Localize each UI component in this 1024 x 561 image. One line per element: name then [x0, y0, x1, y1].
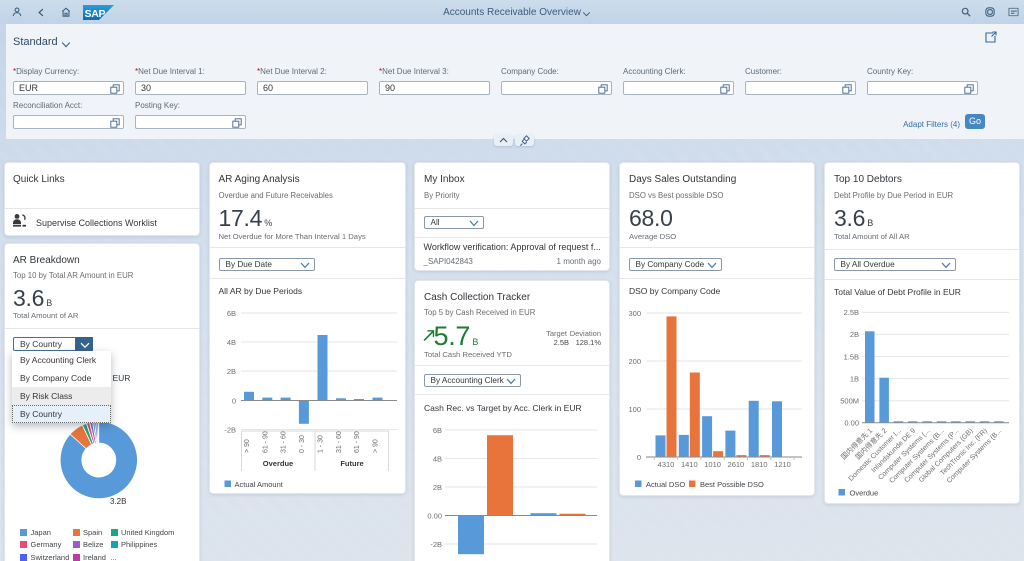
svg-text:1810: 1810: [751, 460, 768, 469]
svg-text:61 - 90: 61 - 90: [262, 431, 269, 453]
svg-text:61 - 90: 61 - 90: [354, 431, 361, 453]
svg-text:31 - 60: 31 - 60: [336, 431, 343, 453]
svg-text:Actual Amount: Actual Amount: [235, 480, 284, 489]
svg-text:1010: 1010: [704, 460, 721, 469]
svg-text:0.00: 0.00: [844, 419, 859, 428]
svg-text:1.5B: 1.5B: [844, 352, 859, 361]
svg-text:200: 200: [628, 357, 641, 366]
svg-text:2B: 2B: [850, 330, 859, 339]
svg-text:2.5B: 2.5B: [844, 308, 859, 317]
svg-text:2B: 2B: [433, 483, 442, 492]
svg-text:500M: 500M: [840, 397, 859, 406]
svg-text:2B: 2B: [227, 367, 236, 376]
svg-text:4B: 4B: [227, 338, 236, 347]
svg-text:> 90: > 90: [373, 439, 380, 453]
svg-text:4310: 4310: [658, 460, 675, 469]
svg-text:6B: 6B: [227, 309, 236, 318]
svg-text:Overdue: Overdue: [850, 489, 879, 498]
svg-text:> 90: > 90: [244, 439, 251, 453]
svg-text:1410: 1410: [681, 460, 698, 469]
svg-text:Actual DSO: Actual DSO: [646, 480, 685, 489]
svg-text:0 - 30: 0 - 30: [299, 435, 306, 453]
svg-text:31 - 60: 31 - 60: [281, 431, 288, 453]
svg-text:Future: Future: [340, 459, 363, 468]
svg-text:6B: 6B: [433, 426, 442, 435]
svg-text:1B: 1B: [850, 374, 859, 383]
svg-text:2610: 2610: [728, 460, 745, 469]
svg-text:4B: 4B: [433, 454, 442, 463]
svg-text:0.00: 0.00: [427, 511, 442, 520]
svg-text:-2B: -2B: [430, 540, 442, 549]
svg-text:1210: 1210: [774, 460, 791, 469]
svg-text:-2B: -2B: [224, 426, 236, 435]
svg-text:0: 0: [637, 453, 641, 462]
svg-text:1 - 30: 1 - 30: [318, 435, 325, 453]
svg-text:0: 0: [232, 397, 236, 406]
svg-text:Best Possible DSO: Best Possible DSO: [700, 480, 764, 489]
svg-text:Overdue: Overdue: [263, 459, 293, 468]
svg-text:100: 100: [628, 405, 641, 414]
svg-text:300: 300: [628, 309, 641, 318]
